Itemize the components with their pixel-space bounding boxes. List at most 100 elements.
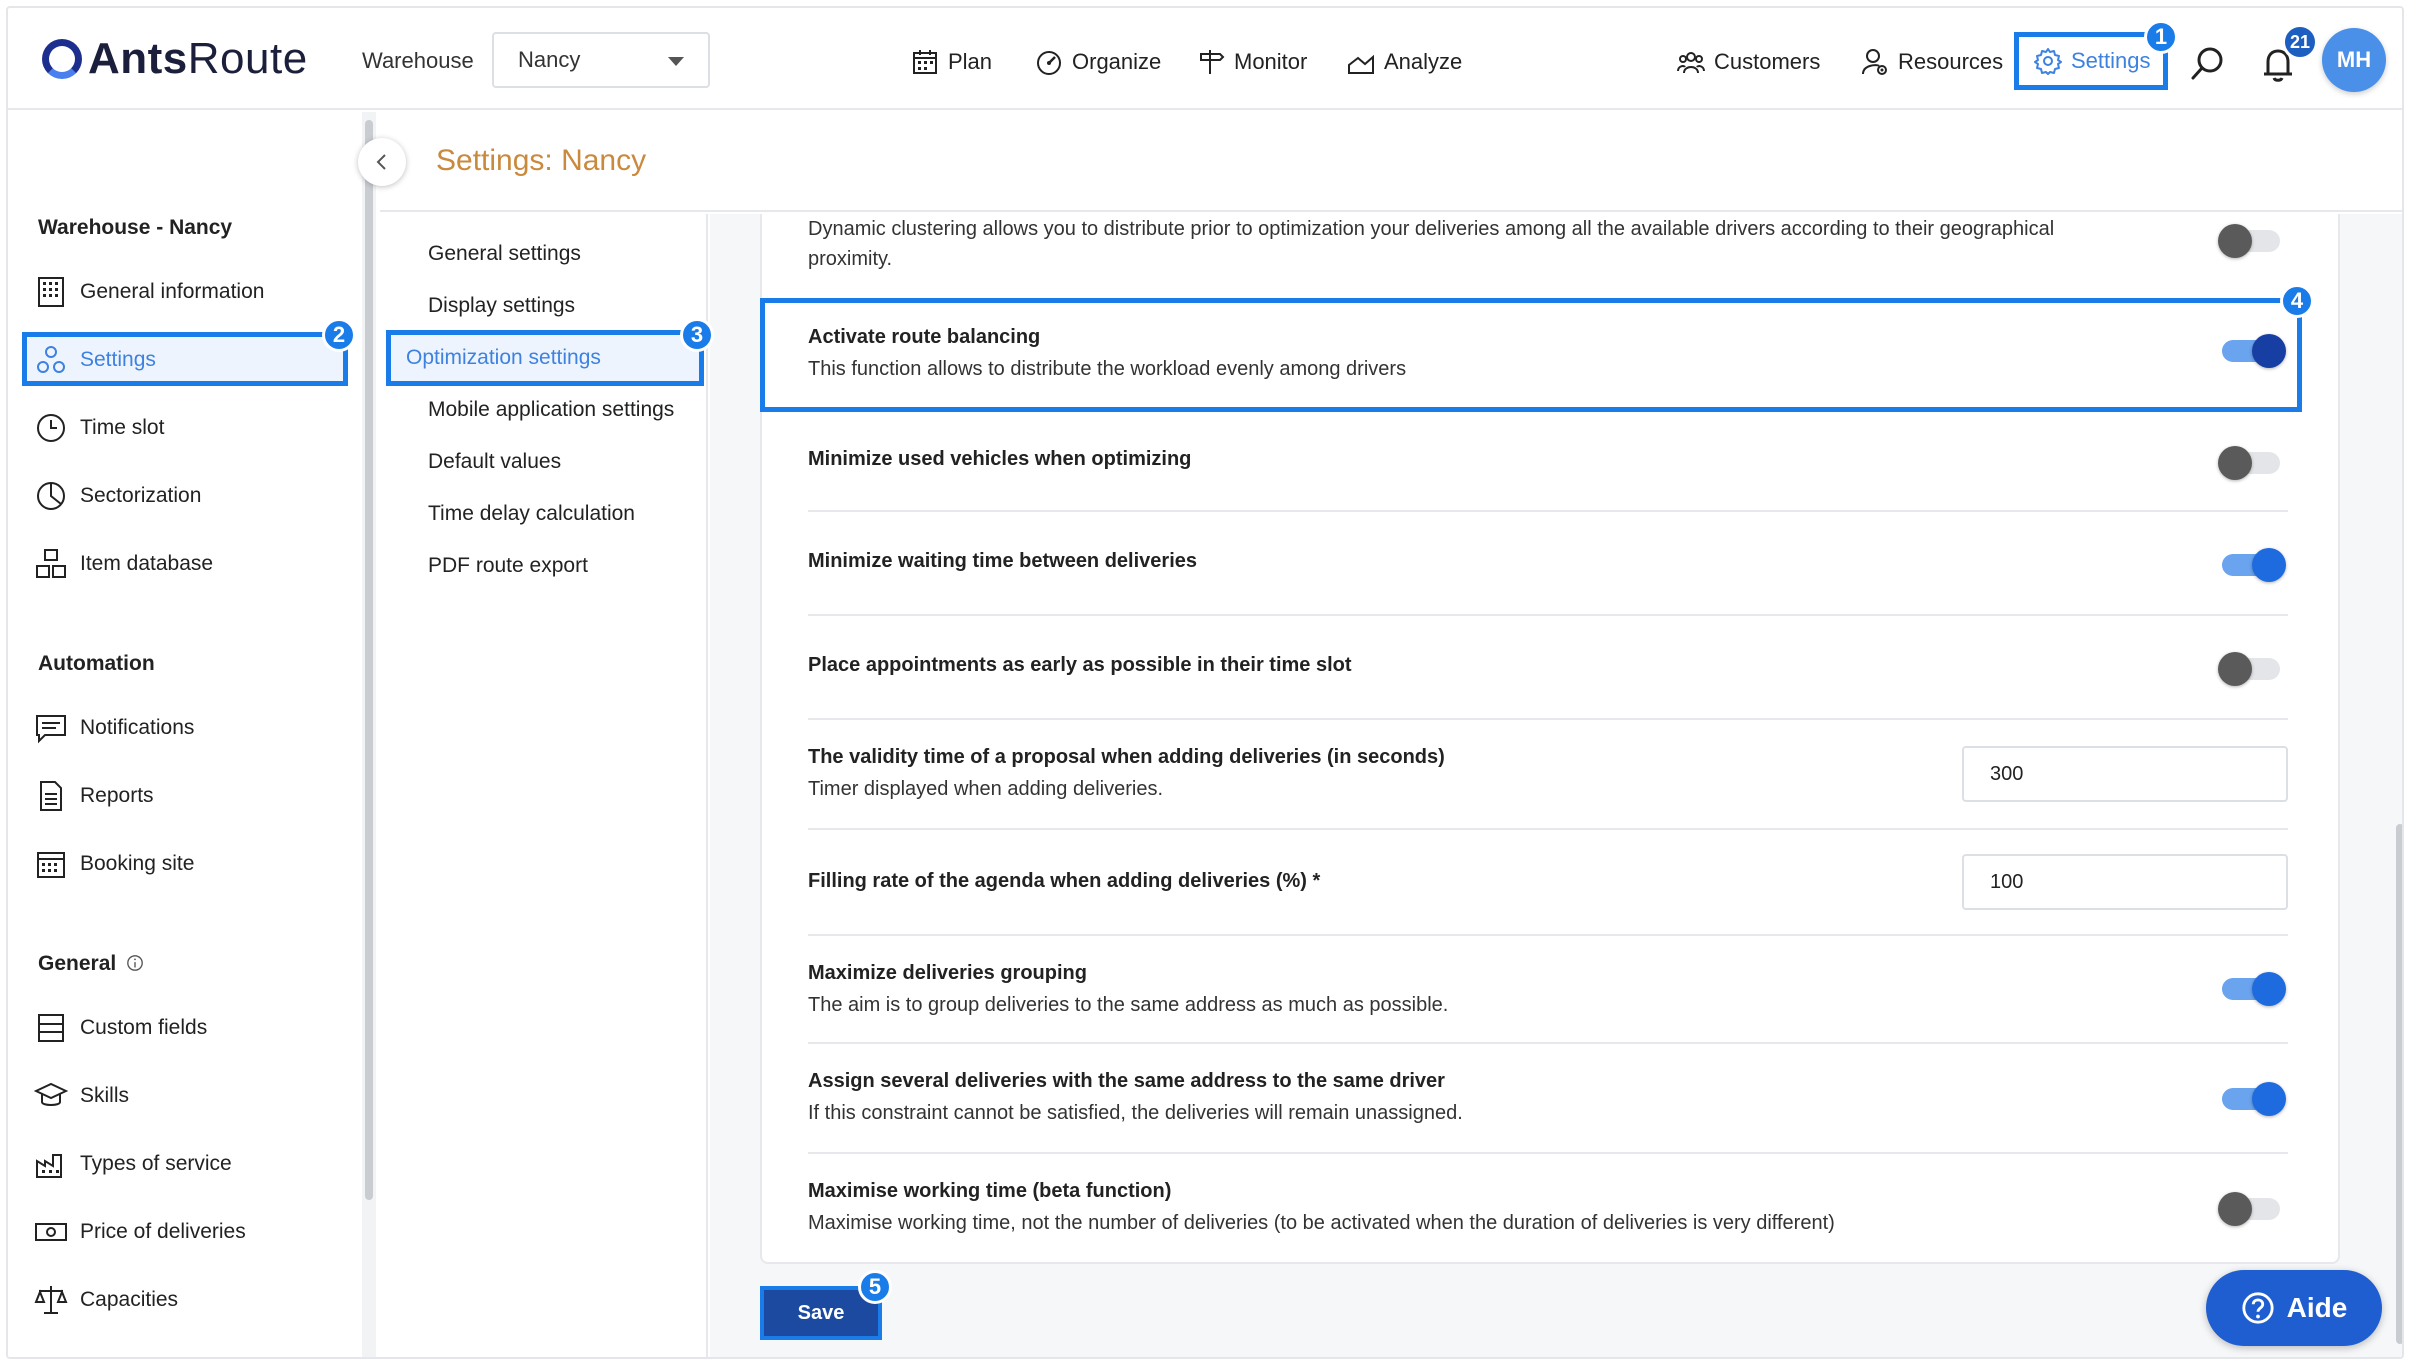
setting-row-validity-time: The validity time of a proposal when add… (808, 722, 2288, 830)
nav-monitor-label: Monitor (1234, 49, 1308, 74)
subnav-optimization-settings[interactable]: Optimization settings (406, 346, 601, 370)
banknote-icon (35, 1223, 67, 1241)
chevron-left-icon (376, 154, 386, 170)
sidebar-item-capacities[interactable]: Capacities (34, 1280, 178, 1320)
sidebar-item-settings[interactable]: Settings (34, 340, 156, 380)
toggle-appointments-early[interactable] (2218, 652, 2280, 686)
sidebar-item-label: Notifications (80, 716, 195, 739)
nav-customers[interactable]: Customers (1676, 42, 1820, 82)
boxes-icon (36, 549, 66, 578)
sidebar-item-skills[interactable]: Skills (34, 1076, 129, 1116)
sidebar-scrollbar[interactable] (362, 112, 376, 1357)
main-header (380, 112, 2402, 212)
setting-row-appointments-early: Place appointments as early as possible … (808, 618, 2288, 720)
nav-monitor[interactable]: Monitor (1196, 42, 1307, 82)
setting-desc: This function allows to distribute the w… (808, 358, 1407, 380)
setting-row-min-vehicles: Minimize used vehicles when optimizing (808, 416, 2288, 512)
help-button-label: Aide (2286, 1292, 2348, 1323)
logo-text: AntsRoute (88, 34, 308, 83)
subnav-general-settings[interactable]: General settings (428, 242, 581, 266)
sidebar-item-item-database[interactable]: Item database (34, 544, 213, 584)
toggle-route-balancing[interactable] (2222, 334, 2286, 368)
logo-mark-icon (42, 39, 82, 79)
graduation-cap-icon (34, 1082, 68, 1106)
toggle-working-time[interactable] (2218, 1192, 2280, 1226)
nav-resources-label: Resources (1898, 49, 2004, 74)
setting-title: Assign several deliveries with the same … (808, 1070, 1445, 1092)
sidebar-item-notifications[interactable]: Notifications (34, 708, 194, 748)
sidebar-item-reports[interactable]: Reports (34, 776, 154, 816)
toggle-knob (2218, 652, 2252, 686)
pie-icon (37, 482, 65, 510)
sidebar-item-custom-fields[interactable]: Custom fields (34, 1008, 207, 1048)
toggle-clustering[interactable] (2218, 224, 2280, 258)
sidebar-item-label: Skills (80, 1084, 130, 1107)
customers-icon (1677, 52, 1705, 74)
setting-desc: If this constraint cannot be satisfied, … (808, 1102, 1463, 1124)
setting-title: Minimize used vehicles when optimizing (808, 448, 1192, 470)
sidebar-item-types-of-service[interactable]: Types of service (34, 1144, 232, 1184)
filling-rate-input[interactable]: 100 (1962, 854, 2288, 910)
factory-icon (36, 1154, 62, 1178)
page-title: Settings: Nancy (436, 144, 647, 177)
sidebar-scrollbar-thumb[interactable] (365, 120, 373, 1200)
sidebar-item-label: Settings (80, 348, 156, 371)
gauge-icon (1037, 51, 1061, 75)
nav-resources[interactable]: Resources (1860, 42, 2003, 82)
nav-analyze[interactable]: Analyze (1346, 42, 1462, 82)
subnav-time-delay-calculation[interactable]: Time delay calculation (428, 502, 635, 526)
sidebar-item-label: Price of deliveries (80, 1220, 246, 1243)
document-icon (40, 781, 62, 811)
info-icon[interactable] (126, 954, 144, 972)
antsroute-logo[interactable]: AntsRoute (42, 34, 308, 84)
warehouse-label: Warehouse (362, 48, 474, 73)
question-icon (2242, 1292, 2274, 1324)
setting-row-same-driver: Assign several deliveries with the same … (808, 1046, 2288, 1154)
sidebar: 2 Warehouse - Nancy General information … (8, 112, 362, 1357)
subnav-display-settings[interactable]: Display settings (428, 294, 575, 318)
nav-plan[interactable]: Plan (910, 42, 992, 82)
step-marker-5: 5 (858, 1270, 892, 1304)
main-scrollbar[interactable] (2394, 214, 2402, 1357)
chevron-down-icon (668, 57, 684, 66)
subnav-pdf-route-export[interactable]: PDF route export (428, 554, 588, 578)
sidebar-section-automation: Automation (38, 652, 155, 675)
search-icon[interactable] (2188, 44, 2228, 84)
toggle-min-waiting[interactable] (2222, 548, 2286, 582)
step-marker-3: 3 (680, 318, 714, 352)
sidebar-item-label: Custom fields (80, 1016, 208, 1039)
toggle-grouping[interactable] (2222, 972, 2286, 1006)
setting-row-route-balancing: Activate route balancing This function a… (808, 304, 2288, 404)
calendar-grid-icon (37, 852, 65, 878)
help-button[interactable]: Aide (2206, 1270, 2382, 1346)
sidebar-item-sectorization[interactable]: Sectorization (34, 476, 201, 516)
avatar[interactable]: MH (2322, 28, 2386, 92)
toggle-knob (2218, 224, 2252, 258)
collapse-sidebar-button[interactable] (358, 138, 406, 186)
nav-organize[interactable]: Organize (1034, 42, 1161, 82)
toggle-same-driver[interactable] (2222, 1082, 2286, 1116)
sidebar-item-price-of-deliveries[interactable]: Price of deliveries (34, 1212, 246, 1252)
gear-icon (2034, 48, 2062, 75)
setting-desc: The aim is to group deliveries to the sa… (808, 994, 1449, 1016)
step-marker-1: 1 (2144, 20, 2178, 54)
sidebar-item-booking-site[interactable]: Booking site (34, 844, 194, 884)
toggle-min-vehicles[interactable] (2218, 446, 2280, 480)
setting-title: The validity time of a proposal when add… (808, 746, 1445, 768)
subnav-mobile-app-settings[interactable]: Mobile application settings (428, 398, 704, 422)
nav-settings-label: Settings (2071, 48, 2151, 73)
warehouse-select-value: Nancy (518, 47, 581, 72)
sidebar-item-general-information[interactable]: General information (34, 272, 264, 312)
resources-icon (1862, 49, 1887, 75)
setting-title: Activate route balancing (808, 326, 1041, 348)
sidebar-section-warehouse: Warehouse - Nancy (38, 216, 233, 239)
signpost-icon (1200, 50, 1225, 74)
sidebar-item-time-slot[interactable]: Time slot (34, 408, 164, 448)
top-bar: AntsRoute Warehouse Nancy Plan Organize … (8, 8, 2402, 110)
sidebar-item-label: Time slot (80, 416, 165, 439)
subnav-default-values[interactable]: Default values (428, 450, 561, 474)
toggle-knob (2252, 1082, 2286, 1116)
validity-time-input[interactable]: 300 (1962, 746, 2288, 802)
main-scrollbar-thumb[interactable] (2396, 824, 2402, 1344)
warehouse-select[interactable]: Nancy (492, 32, 710, 88)
